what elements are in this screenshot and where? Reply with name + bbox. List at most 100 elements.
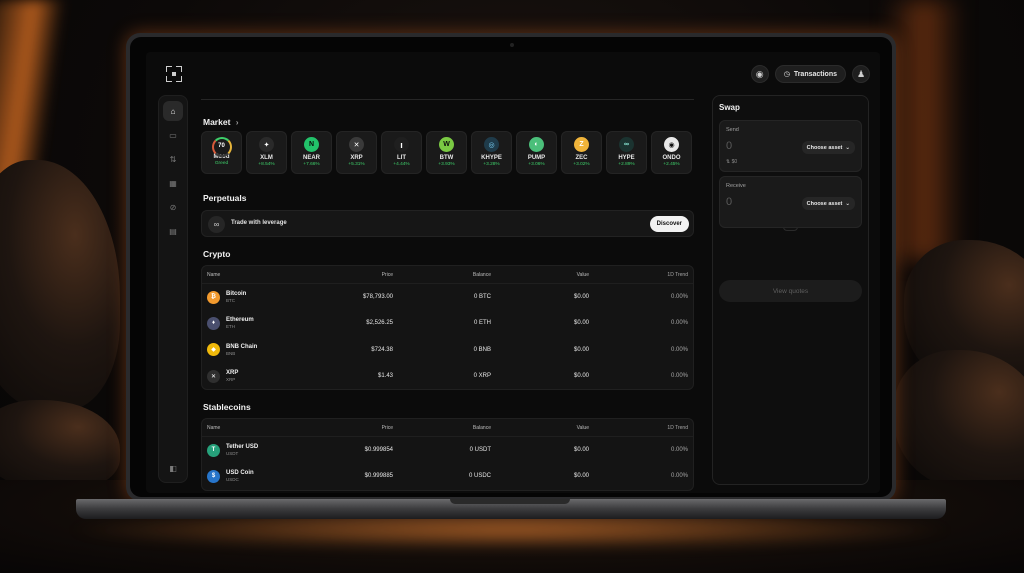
coin-ticker: ETH xyxy=(226,324,235,330)
coin-icon: ◐ xyxy=(529,137,544,152)
coin-cell: ♦ Ethereum ETH xyxy=(207,310,254,336)
coin-symbol: XRP xyxy=(350,155,363,161)
balance-cell: 0 XRP xyxy=(473,373,491,380)
receive-amount-input[interactable]: 0 xyxy=(726,196,732,208)
stablecoins-table: Name Price Balance Value 1D Trend T Teth… xyxy=(201,418,694,491)
price-cell: $1.43 xyxy=(377,373,393,380)
coin-icon: ◎ xyxy=(484,137,499,152)
balance-cell: 0 USDT xyxy=(469,447,491,454)
app-logo-icon[interactable] xyxy=(164,64,184,84)
price-cell: $78,793.00 xyxy=(362,294,393,301)
table-row[interactable]: T Tether USD USDT $0.999854 0 USDT $0.00 … xyxy=(202,437,693,463)
coin-symbol: ZEC xyxy=(575,155,588,161)
sidebar-item-wallet[interactable]: ▭ xyxy=(163,125,183,145)
mood-status: Greed xyxy=(214,161,229,166)
card-icon: ▤ xyxy=(169,226,177,236)
col-header-name[interactable]: Name xyxy=(207,419,220,436)
send-amount-input[interactable]: 0 xyxy=(726,140,732,152)
market-card[interactable]: ı LIT +4.44% xyxy=(381,131,422,174)
top-bar: ◉ ◷ Transactions ♟ xyxy=(750,65,870,83)
sidebar-item-card[interactable]: ▤ xyxy=(163,221,183,241)
sidebar-item-explore[interactable]: ⊘ xyxy=(163,197,183,217)
send-choose-asset-button[interactable]: Choose asset ⌄ xyxy=(801,141,855,154)
coin-symbol: XLM xyxy=(260,155,273,161)
eye-icon: ◉ xyxy=(755,68,764,79)
receive-choose-asset-button[interactable]: Choose asset ⌄ xyxy=(801,197,855,210)
coin-ticker: BTC xyxy=(226,298,235,304)
eye-icon-button[interactable]: ◉ xyxy=(750,65,769,83)
col-header-value[interactable]: Value xyxy=(577,419,589,436)
col-header-trend[interactable]: 1D Trend xyxy=(667,266,688,283)
market-card[interactable]: ∞ HYPE +2.89% xyxy=(606,131,647,174)
coin-change: +3.06% xyxy=(528,162,545,167)
transactions-button[interactable]: ◷ Transactions xyxy=(774,65,846,83)
trend-cell: 0.00% xyxy=(670,346,688,353)
market-card[interactable]: N NEAR +7.66% xyxy=(291,131,332,174)
coin-name: BNB Chain xyxy=(226,343,258,350)
discover-button[interactable]: Discover xyxy=(649,216,689,232)
coin-change: +4.44% xyxy=(393,162,410,167)
perpetuals-heading: Perpetuals xyxy=(203,193,247,203)
receive-label: Receive xyxy=(726,183,746,189)
home-icon: ⌂ xyxy=(170,106,176,116)
market-cards: 70 Mood Greed ✦ XLM +8.54% N NEAR +7.66% xyxy=(201,131,692,174)
coin-cell: ✕ XRP XRP xyxy=(207,363,238,389)
sidebar-item-home[interactable]: ⌂ xyxy=(163,101,183,121)
receive-box[interactable]: Receive 0 Choose asset ⌄ xyxy=(719,176,862,228)
col-header-price[interactable]: Price xyxy=(382,266,393,283)
market-card[interactable]: ◎ KHYPE +3.28% xyxy=(471,131,512,174)
background-light-glow xyxy=(884,0,964,260)
coin-cell: $ USD Coin USDC xyxy=(207,463,254,489)
col-header-trend[interactable]: 1D Trend xyxy=(667,419,688,436)
usdc-icon: $ xyxy=(207,469,220,483)
coin-icon: ✕ xyxy=(349,137,364,152)
col-header-balance[interactable]: Balance xyxy=(473,266,491,283)
transactions-label: Transactions xyxy=(793,70,837,78)
background-rock xyxy=(0,400,120,490)
sidebar-collapse-button[interactable]: ◧ xyxy=(163,458,183,478)
market-card[interactable]: W BTW +3.93% xyxy=(426,131,467,174)
profile-button[interactable]: ♟ xyxy=(852,65,870,83)
market-card[interactable]: ✕ XRP +5.31% xyxy=(336,131,377,174)
coin-icon: ◉ xyxy=(664,137,679,152)
table-row[interactable]: ₿ Bitcoin BTC $78,793.00 0 BTC $0.00 0.00… xyxy=(202,284,693,310)
table-row[interactable]: ✕ XRP XRP $1.43 0 XRP $0.00 0.00% xyxy=(202,363,693,389)
col-header-balance[interactable]: Balance xyxy=(473,419,491,436)
market-card[interactable]: ◉ ONDO +2.45% xyxy=(651,131,692,174)
coin-change: +2.89% xyxy=(618,162,635,167)
table-row[interactable]: $ USD Coin USDC $0.999885 0 USDC $0.00 0.… xyxy=(202,463,693,489)
laptop-lid: ◉ ◷ Transactions ♟ ⌂ ▭ ⇅ ▦ ⊘ ▤ ◧ Market … xyxy=(126,33,896,501)
wallet-icon: ▭ xyxy=(169,130,177,140)
clock-icon: ◷ xyxy=(783,71,790,78)
coin-ticker: USDT xyxy=(226,451,239,457)
market-card[interactable]: Z ZEC +3.02% xyxy=(561,131,602,174)
chevron-down-icon: ⌄ xyxy=(845,144,850,151)
col-header-value[interactable]: Value xyxy=(577,266,589,283)
col-header-name[interactable]: Name xyxy=(207,266,220,283)
col-header-price[interactable]: Price xyxy=(382,419,393,436)
coin-change: +7.66% xyxy=(303,162,320,167)
market-heading[interactable]: Market › xyxy=(203,117,239,127)
balance-cell: 0 ETH xyxy=(473,320,491,327)
market-card-mood[interactable]: 70 Mood Greed xyxy=(201,131,242,174)
coin-icon: ✦ xyxy=(259,137,274,152)
choose-asset-label: Choose asset xyxy=(806,200,843,207)
view-quotes-button[interactable]: View quotes xyxy=(719,280,862,302)
table-row[interactable]: ◆ BNB Chain BNB $724.38 0 BNB $0.00 0.00% xyxy=(202,337,693,363)
market-card[interactable]: ✦ XLM +8.54% xyxy=(246,131,287,174)
main-content: Market › 70 Mood Greed ✦ XLM +8.54% N NE… xyxy=(201,95,694,491)
send-box[interactable]: Send 0 ⇅ $0 Choose asset ⌄ xyxy=(719,120,862,172)
trend-cell: 0.00% xyxy=(670,473,688,480)
bnb-icon: ◆ xyxy=(207,343,220,357)
choose-asset-label: Choose asset xyxy=(806,144,843,151)
perpetuals-banner[interactable]: ∞ Trade with leverage Discover xyxy=(201,210,694,237)
bitcoin-icon: ₿ xyxy=(207,290,220,304)
sidebar-item-chart[interactable]: ▦ xyxy=(163,173,183,193)
sidebar-item-swap[interactable]: ⇅ xyxy=(163,149,183,169)
market-card[interactable]: ◐ PUMP +3.06% xyxy=(516,131,557,174)
table-row[interactable]: ♦ Ethereum ETH $2,526.25 0 ETH $0.00 0.00… xyxy=(202,310,693,336)
value-cell: $0.00 xyxy=(573,346,589,353)
trend-cell: 0.00% xyxy=(670,373,688,380)
stablecoins-heading: Stablecoins xyxy=(203,402,251,412)
send-usd-value: ⇅ $0 xyxy=(726,159,737,165)
